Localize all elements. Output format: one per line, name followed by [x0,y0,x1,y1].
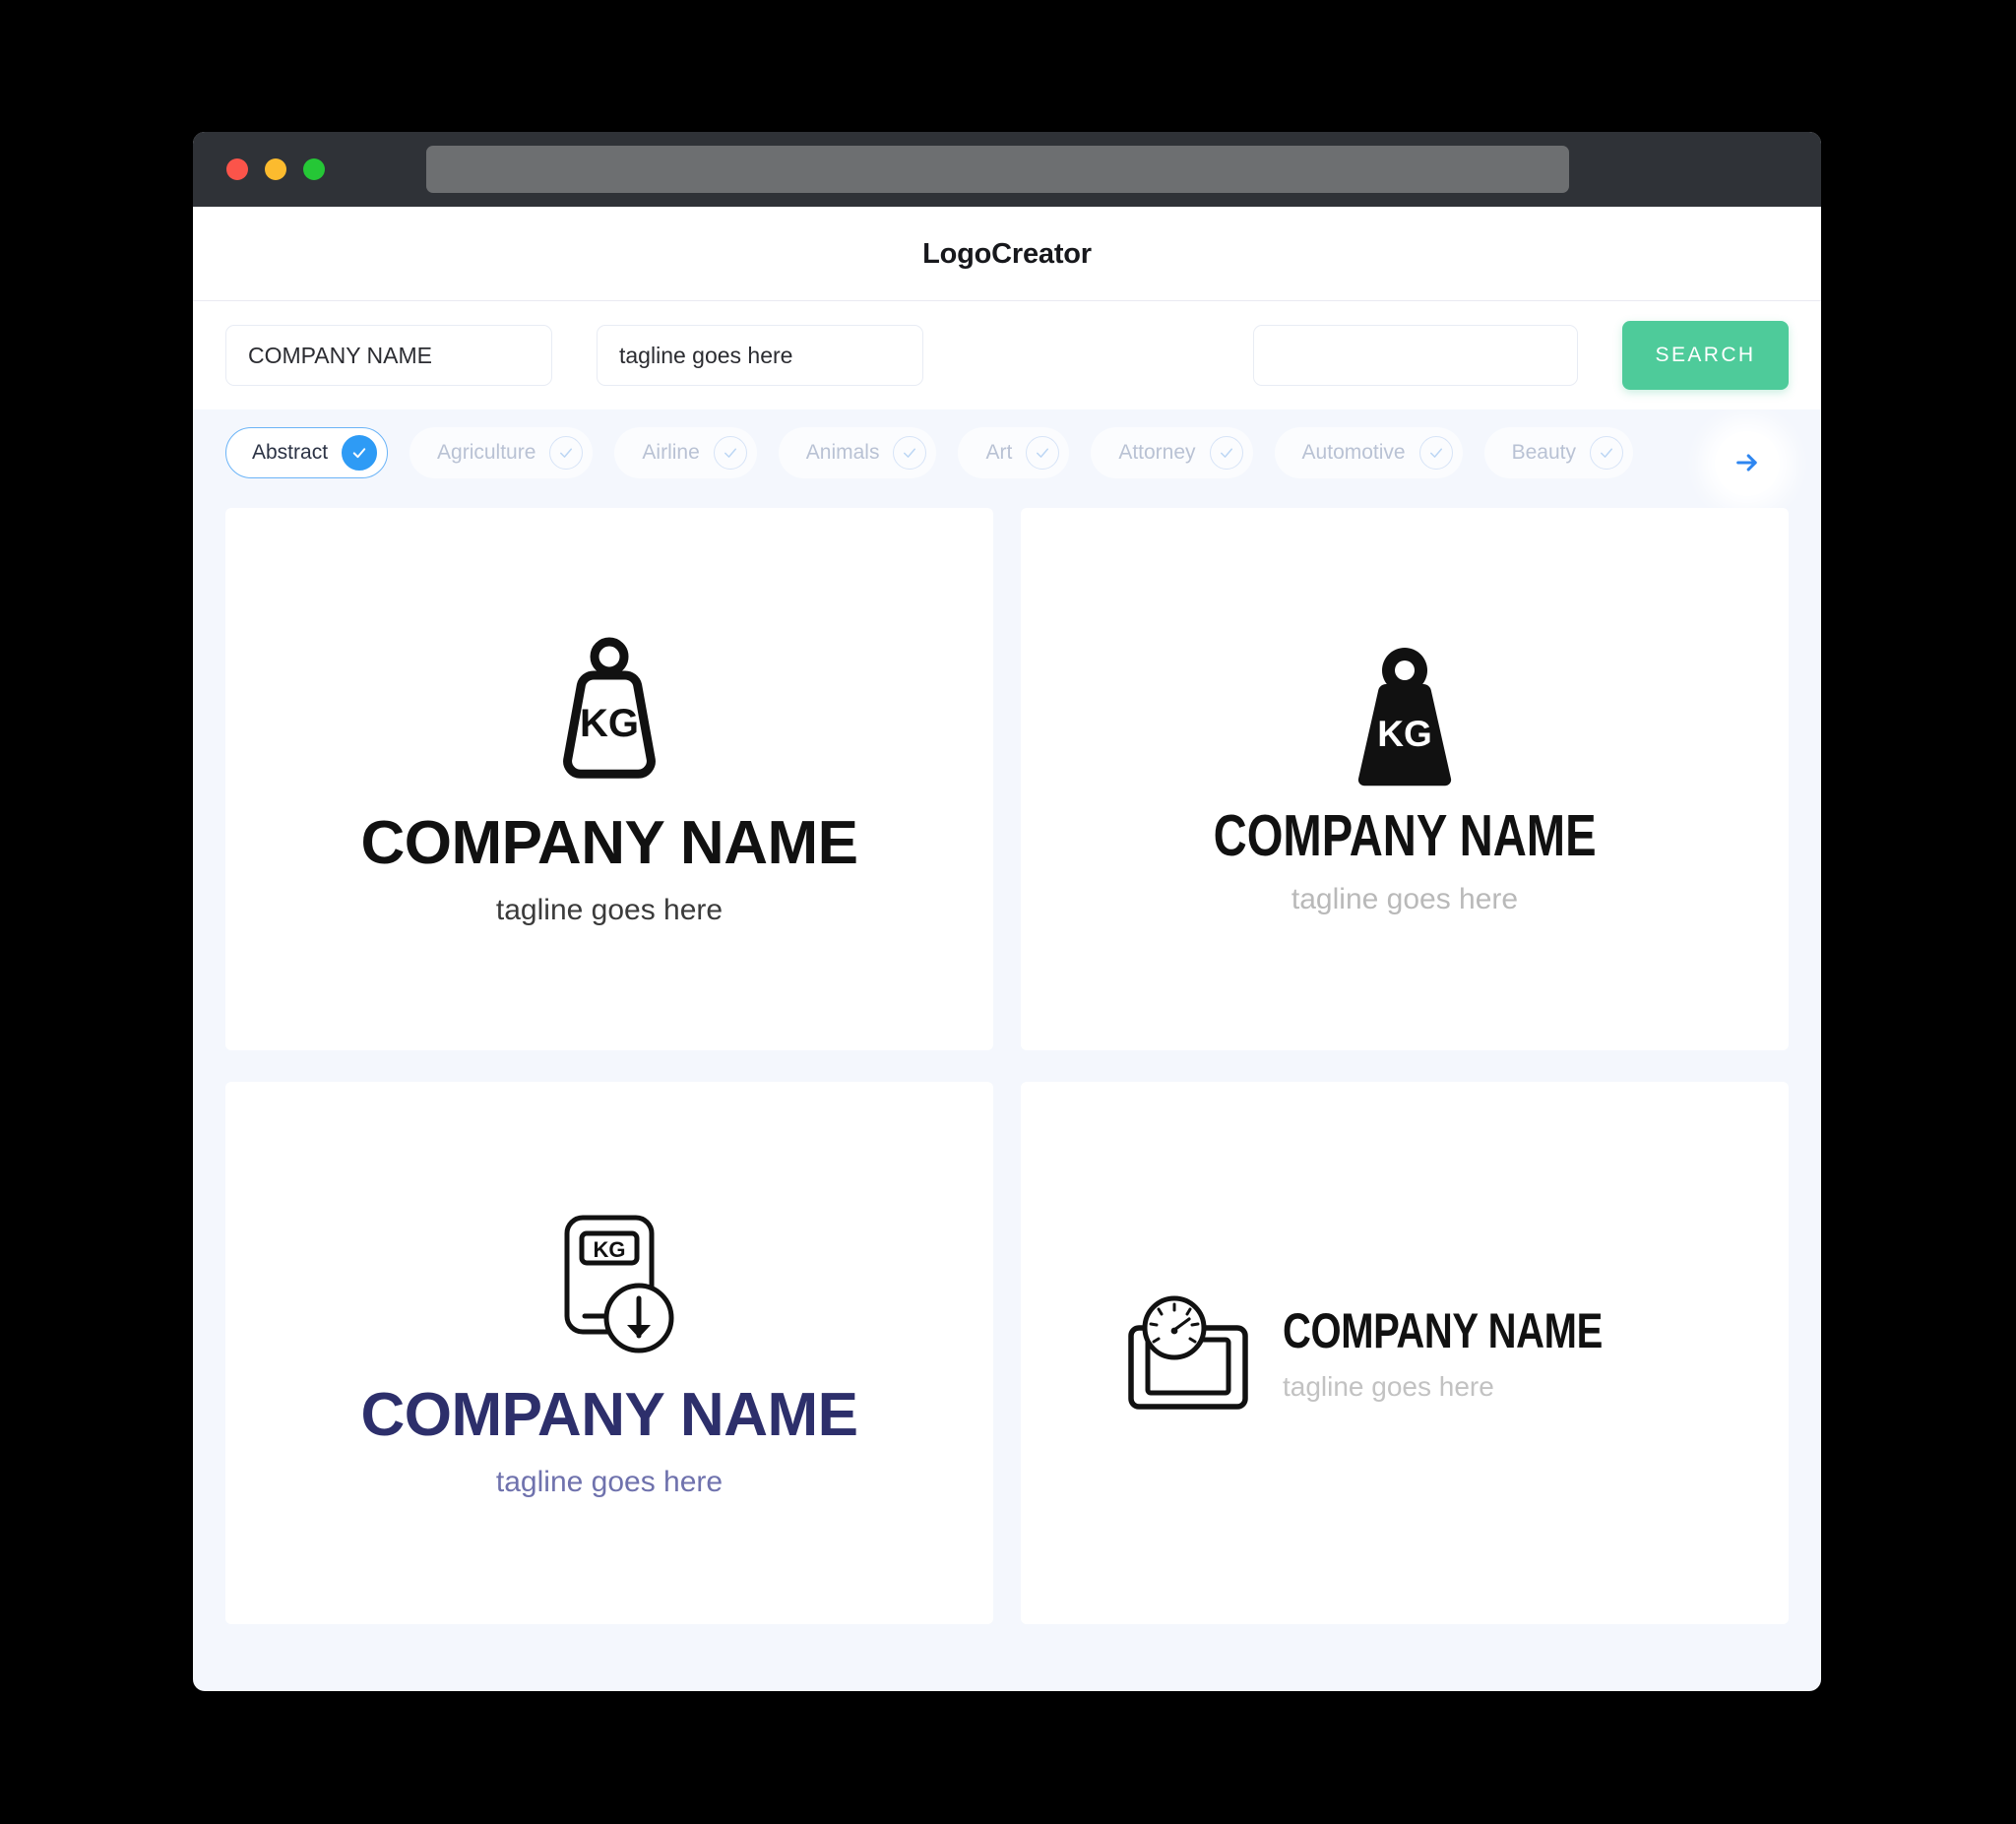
category-filter-bar: Abstract Agriculture Airline Animals Art… [193,409,1821,508]
svg-text:KG: KG [594,1237,626,1262]
check-icon [713,436,747,470]
category-chip-abstract[interactable]: Abstract [225,427,389,478]
app-header: LogoCreator [193,207,1821,301]
svg-text:KG: KG [1377,714,1432,754]
next-categories-button[interactable] [1715,431,1780,496]
check-icon [342,435,378,471]
check-icon [1590,436,1623,470]
browser-window: LogoCreator SEARCH Abstract Agriculture [193,132,1821,1691]
check-icon [549,436,584,470]
category-chip-beauty[interactable]: Beauty [1483,427,1633,478]
check-icon [1209,436,1243,470]
category-chip-label: Agriculture [437,441,536,464]
category-chip-label: Abstract [252,441,329,464]
category-chip-label: Automotive [1301,441,1406,464]
svg-text:KG: KG [580,702,639,745]
logo-card[interactable]: KG COMPANY NAME tagline goes here [225,1082,993,1624]
category-chip-label: Beauty [1511,441,1576,464]
logo-brand-text: COMPANY NAME [360,1380,858,1449]
company-name-input[interactable] [225,325,552,386]
logo-tagline-text: tagline goes here [1291,883,1519,915]
logo-brand-text: COMPANY NAME [1282,1302,1603,1358]
logo-brand-text: COMPANY NAME [360,808,858,877]
logo-card[interactable]: COMPANY NAME tagline goes here [1021,1082,1789,1624]
kg-weight-solid-icon: KG [1166,644,1644,793]
kg-weight-outline-icon: KG [361,634,858,791]
category-chip-agriculture[interactable]: Agriculture [410,427,594,478]
address-bar[interactable] [426,146,1569,193]
search-toolbar: SEARCH [193,301,1821,409]
category-chip-automotive[interactable]: Automotive [1274,427,1463,478]
logo-tagline-text: tagline goes here [495,1465,724,1498]
check-icon [893,436,927,470]
category-chip-list: Abstract Agriculture Airline Animals Art… [225,427,1821,478]
category-chip-art[interactable]: Art [958,427,1070,478]
arrow-right-icon [1733,449,1761,479]
close-window-button[interactable] [226,158,248,180]
page-title: LogoCreator [922,237,1092,270]
search-button[interactable]: SEARCH [1622,321,1789,390]
logo-results-grid: KG COMPANY NAME tagline goes here KG COM… [193,508,1821,1654]
logo-tagline-text: tagline goes here [1282,1370,1494,1402]
category-chip-attorney[interactable]: Attorney [1091,427,1253,478]
category-chip-label: Airline [642,441,700,464]
category-chip-label: Attorney [1118,441,1196,464]
maximize-window-button[interactable] [303,158,325,180]
minimize-window-button[interactable] [265,158,286,180]
logo-card[interactable]: KG COMPANY NAME tagline goes here [225,508,993,1050]
logo-card[interactable]: KG COMPANY NAME tagline goes here [1021,508,1789,1050]
logo-tagline-text: tagline goes here [495,893,724,926]
window-controls [226,158,325,180]
category-chip-airline[interactable]: Airline [614,427,757,478]
tagline-input[interactable] [597,325,923,386]
category-chip-label: Animals [805,441,880,464]
check-icon [1418,436,1453,470]
category-chip-animals[interactable]: Animals [778,427,937,478]
browser-titlebar [193,132,1821,207]
check-icon [1026,436,1060,470]
kg-scale-download-icon: KG [361,1210,858,1359]
bathroom-scale-dial-icon [1127,1292,1249,1415]
category-chip-label: Art [985,441,1013,464]
logo-brand-text: COMPANY NAME [1213,803,1597,868]
keyword-input[interactable] [1253,325,1578,386]
